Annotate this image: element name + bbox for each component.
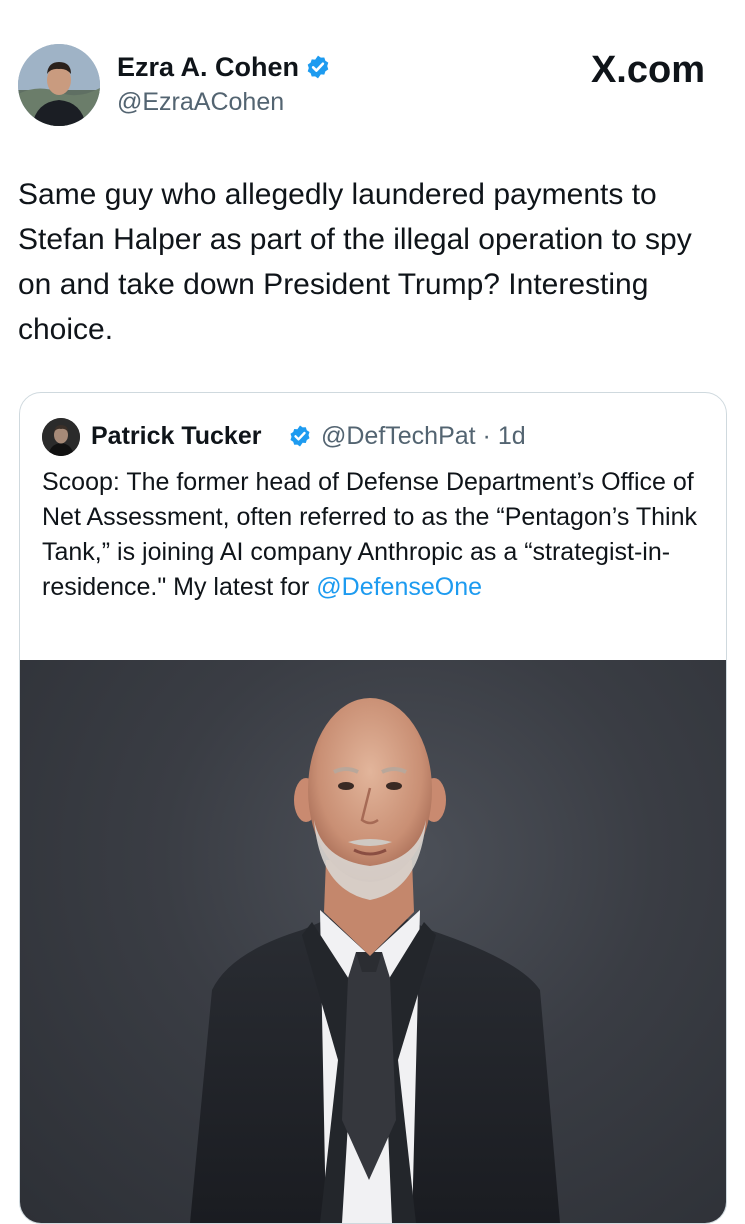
tweet-text: Same guy who allegedly laundered payment… [18, 178, 692, 346]
profile-photo-icon [42, 418, 80, 456]
portrait-photo-icon [190, 698, 560, 1223]
author-avatar[interactable] [18, 44, 100, 126]
author-name[interactable]: Ezra A. Cohen [117, 50, 299, 84]
quoted-tweet-image[interactable] [20, 660, 726, 1223]
tweet-screenshot: Ezra A. Cohen @EzraACohen X.com Same guy… [0, 0, 745, 1224]
verified-badge-icon [307, 55, 329, 79]
profile-photo-icon [18, 44, 100, 126]
quoted-author-name[interactable]: Patrick Tucker [91, 420, 261, 452]
quoted-tweet-text: Scoop: The former head of Defense Depart… [42, 465, 707, 605]
quoted-tweet-card[interactable]: Patrick Tucker @DefTechPat · 1d Scoop: T… [19, 392, 727, 1224]
x-logo: X.com [590, 49, 705, 91]
mention-link[interactable]: @DefenseOne [316, 573, 482, 601]
quoted-handle-and-time[interactable]: @DefTechPat · 1d [321, 420, 526, 452]
verified-badge-icon [290, 425, 310, 447]
quoted-author-avatar[interactable] [42, 418, 80, 456]
author-handle[interactable]: @EzraACohen [117, 86, 284, 118]
